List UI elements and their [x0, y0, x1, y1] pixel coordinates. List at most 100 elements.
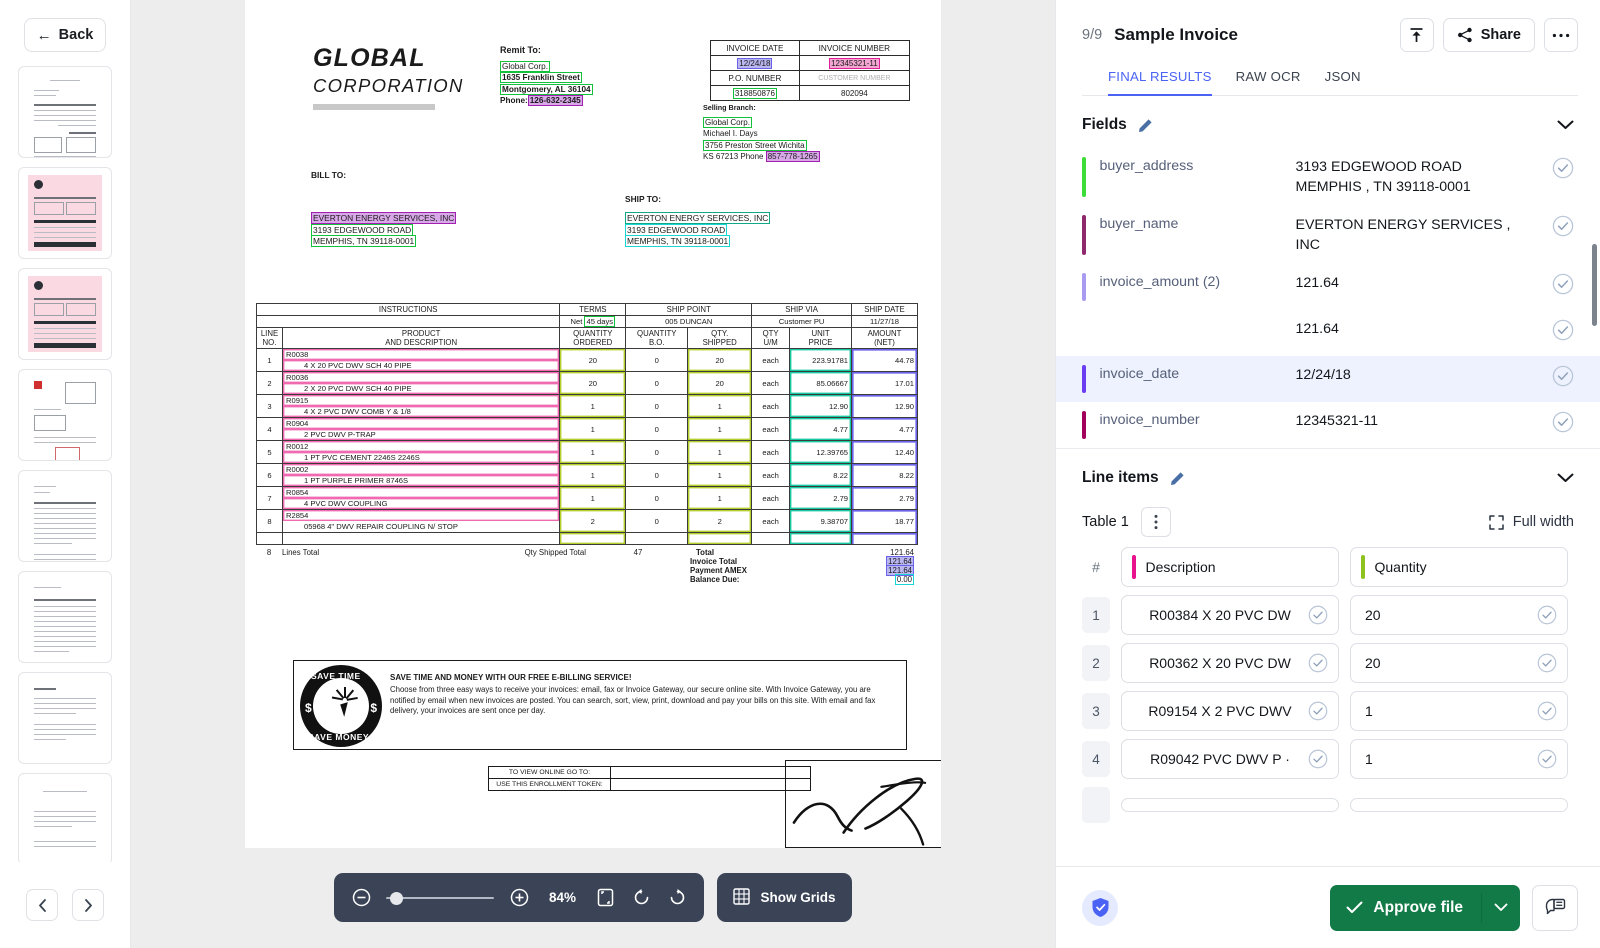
field-verify-icon[interactable]: [1552, 273, 1574, 295]
line-desc: 1 PT PURPLE PRIMER 8746S: [303, 476, 409, 485]
remit-city: Montgomery, AL 36104: [500, 83, 593, 95]
line-items-collapse-toggle[interactable]: [1557, 473, 1574, 483]
field-verify-icon[interactable]: [1552, 157, 1574, 179]
approve-file-button[interactable]: Approve file: [1330, 884, 1520, 931]
cell-quantity[interactable]: [1350, 798, 1568, 812]
cell-verify-icon[interactable]: [1537, 749, 1557, 769]
line-um: each: [751, 440, 791, 464]
previous-page-button[interactable]: [26, 889, 58, 921]
cell-value: 20: [1365, 607, 1381, 623]
thumbnail-page-6[interactable]: [18, 571, 112, 663]
thumbnail-page-3[interactable]: [18, 268, 112, 360]
thumbnail-page-4[interactable]: [18, 369, 112, 461]
panel-scrollbar[interactable]: [1592, 244, 1597, 326]
export-button[interactable]: [1399, 18, 1434, 52]
cell-value: 1: [1365, 751, 1373, 767]
approve-file-main[interactable]: Approve file: [1330, 885, 1481, 931]
field-row-buyer-name[interactable]: buyer_name EVERTON ENERGY SERVICES , INC: [1056, 206, 1600, 264]
thumbnail-page-5[interactable]: [18, 470, 112, 562]
cell-quantity[interactable]: 1: [1350, 691, 1568, 731]
cell-verify-icon[interactable]: [1308, 749, 1328, 769]
ship-point-value: 005 DUNCAN: [625, 315, 753, 328]
thumbnail-page-1[interactable]: [18, 66, 112, 158]
table-row[interactable]: 4 R09042 PVC DWV P · 1: [1082, 739, 1600, 779]
table-row-partial[interactable]: [1082, 787, 1600, 823]
field-row-invoice-amount-2[interactable]: 121.64: [1056, 310, 1600, 356]
tab-final-results[interactable]: FINAL RESULTS: [1108, 69, 1212, 96]
field-verify-icon[interactable]: [1552, 215, 1574, 237]
field-row-invoice-date[interactable]: invoice_date 12/24/18: [1056, 356, 1600, 402]
cell-description[interactable]: R00384 X 20 PVC DW: [1121, 595, 1339, 635]
thumbnail-page-7[interactable]: [18, 672, 112, 764]
line-price: 12.39765: [789, 440, 853, 464]
shield-check-icon[interactable]: [1082, 889, 1118, 926]
cell-verify-icon[interactable]: [1537, 653, 1557, 673]
cell-quantity[interactable]: 20: [1350, 643, 1568, 683]
field-verify-icon[interactable]: [1552, 411, 1574, 433]
fields-collapse-toggle[interactable]: [1557, 120, 1574, 130]
thumbnail-page-8[interactable]: [18, 773, 112, 862]
cell-description[interactable]: [1121, 798, 1339, 812]
po-number-value: 318850876: [732, 87, 777, 99]
field-row-invoice-amount[interactable]: invoice_amount (2) 121.64: [1056, 264, 1600, 310]
field-verify-icon[interactable]: [1552, 365, 1574, 387]
cell-verify-icon[interactable]: [1308, 653, 1328, 673]
show-grids-button[interactable]: Show Grids: [717, 873, 852, 922]
zoom-in-icon[interactable]: [508, 887, 530, 909]
field-row-invoice-number[interactable]: invoice_number 12345321-11: [1056, 402, 1600, 448]
banner-text: SAVE TIME AND MONEY WITH OUR FREE E-BILL…: [390, 673, 898, 717]
share-button[interactable]: Share: [1442, 18, 1535, 52]
zoom-slider[interactable]: [386, 889, 495, 907]
fit-page-icon[interactable]: [594, 887, 616, 909]
field-value: 3193 EDGEWOOD ROAD MEMPHIS , TN 39118-00…: [1295, 159, 1471, 195]
back-button[interactable]: ← Back: [24, 18, 106, 52]
thumbnail-list[interactable]: [0, 66, 131, 862]
cell-verify-icon[interactable]: [1537, 605, 1557, 625]
remit-to-block: Remit To: Global Corp. 1635 Franklin Str…: [500, 45, 593, 107]
column-color-marker: [1361, 555, 1365, 579]
table-row[interactable]: 1 R00384 X 20 PVC DW 20: [1082, 595, 1600, 635]
pencil-icon[interactable]: [1170, 471, 1185, 486]
rotate-left-icon[interactable]: [630, 887, 652, 909]
line-code: R0854: [285, 488, 309, 497]
cell-quantity[interactable]: 20: [1350, 595, 1568, 635]
table-name: Table 1: [1082, 514, 1129, 530]
cell-verify-icon[interactable]: [1308, 701, 1328, 721]
rotate-right-icon[interactable]: [666, 887, 688, 909]
panel-footer: Approve file: [1056, 866, 1600, 948]
line-bo: 0: [625, 394, 689, 418]
table-row[interactable]: 3 R09154 X 2 PVC DWV 1: [1082, 691, 1600, 731]
table-row[interactable]: 2 R00362 X 20 PVC DW 20: [1082, 643, 1600, 683]
tab-json[interactable]: JSON: [1325, 69, 1361, 96]
field-value: 12/24/18: [1295, 367, 1351, 383]
line-code: R0002: [285, 465, 309, 474]
zoom-slider-knob[interactable]: [390, 891, 404, 905]
comment-button[interactable]: [1532, 884, 1578, 931]
line-amount: 44.78: [851, 348, 918, 372]
column-header-description[interactable]: Description: [1121, 547, 1339, 587]
cell-quantity[interactable]: 1: [1350, 739, 1568, 779]
document-viewer[interactable]: GLOBAL CORPORATION Remit To: Global Corp…: [131, 0, 1055, 948]
balance-due-value: 0.00: [894, 574, 914, 585]
field-value: EVERTON ENERGY SERVICES , INC: [1295, 217, 1511, 253]
table-options-button[interactable]: [1140, 507, 1171, 537]
full-width-button[interactable]: Full width: [1489, 514, 1574, 530]
field-row-buyer-address[interactable]: buyer_address 3193 EDGEWOOD ROAD MEMPHIS…: [1056, 148, 1600, 206]
grid-line-row: 1 R0038 20 0 20 each 223.91781 44.78: [256, 348, 918, 372]
cell-verify-icon[interactable]: [1537, 701, 1557, 721]
more-options-button[interactable]: [1544, 18, 1578, 52]
seal-dollar-right: $: [370, 701, 377, 715]
zoom-out-icon[interactable]: [350, 887, 372, 909]
column-header-quantity[interactable]: Quantity: [1350, 547, 1568, 587]
grid-line-row: 3 R0915 1 0 1 each 12.90 12.90: [256, 394, 918, 418]
next-page-button[interactable]: [72, 889, 104, 921]
cell-description[interactable]: R09042 PVC DWV P ·: [1121, 739, 1339, 779]
pencil-icon[interactable]: [1138, 118, 1153, 133]
tab-raw-ocr[interactable]: RAW OCR: [1236, 69, 1301, 96]
approve-dropdown-button[interactable]: [1482, 903, 1520, 912]
cell-verify-icon[interactable]: [1308, 605, 1328, 625]
cell-description[interactable]: R09154 X 2 PVC DWV: [1121, 691, 1339, 731]
field-verify-icon[interactable]: [1552, 319, 1574, 341]
cell-description[interactable]: R00362 X 20 PVC DW: [1121, 643, 1339, 683]
thumbnail-page-2[interactable]: [18, 167, 112, 259]
